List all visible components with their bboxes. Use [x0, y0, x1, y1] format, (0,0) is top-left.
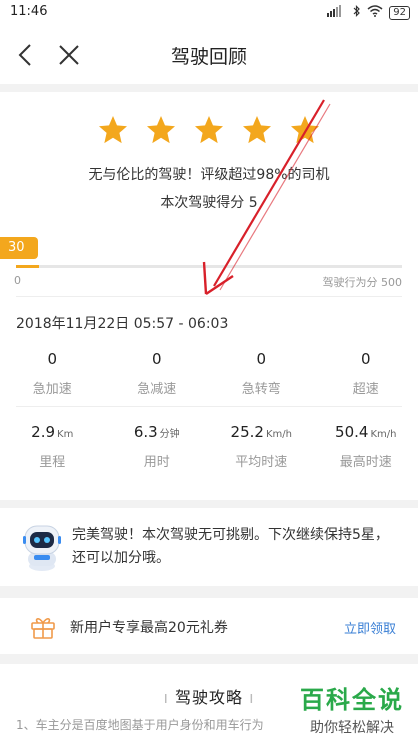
- stat-distance: 2.9 Km 里程: [0, 422, 105, 470]
- trip-stats: 2.9 Km 里程 6.3 分钟 用时 25.2 Km/h 平均时速 50.4 Km/h…: [0, 422, 418, 470]
- event-label: 急加速: [32, 382, 72, 397]
- stat-unit: Km/h: [370, 429, 397, 440]
- wifi-icon: [367, 5, 383, 20]
- watermark-subtitle: 助你轻松解决: [310, 720, 394, 736]
- event-speeding: 0 超速: [314, 350, 418, 397]
- stat-label: 最高时速: [339, 455, 392, 470]
- event-label: 急减速: [137, 382, 177, 397]
- event-label: 超速: [352, 382, 379, 397]
- coupon-text: 新用户专享最高20元礼券: [70, 620, 228, 636]
- star-rating: [0, 114, 418, 146]
- stat-label: 平均时速: [235, 455, 288, 470]
- robot-mascot-icon: [23, 525, 61, 571]
- driving-events: 0 急加速 0 急减速 0 急转弯 0 超速: [0, 350, 418, 397]
- stat-unit: 分钟: [159, 429, 180, 440]
- divider: [16, 406, 402, 407]
- stat-unit: Km: [57, 429, 74, 440]
- guide-text: 1、车主分是百度地图基于用户身份和用车行为: [16, 718, 264, 732]
- status-bar: 11:46 92: [0, 0, 418, 26]
- stat-label: 用时: [143, 455, 170, 470]
- star-icon: [147, 116, 175, 144]
- page-title: 驾驶回顾: [170, 46, 247, 68]
- behavior-score-fill: [16, 265, 40, 268]
- coupon-banner[interactable]: 新用户专享最高20元礼券 立即领取: [0, 598, 418, 654]
- driving-tip-card: 完美驾驶！本次驾驶无可挑剔。下次继续保持5星，还可以加分哦。: [0, 508, 418, 586]
- event-count: 0: [256, 350, 267, 368]
- star-icon: [243, 116, 271, 144]
- guide-title-text: 驾驶攻略: [174, 688, 243, 707]
- stat-average-speed: 25.2 Km/h 平均时速: [209, 422, 314, 470]
- event-label: 急转弯: [241, 382, 281, 397]
- stat-unit: Km/h: [265, 429, 292, 440]
- behavior-score-bar: [16, 265, 402, 268]
- watermark: 百科全说 助你轻松解决: [300, 680, 404, 737]
- status-time: 11:46: [10, 4, 48, 19]
- stat-label: 里程: [39, 455, 66, 470]
- stat-max-speed: 50.4 Km/h 最高时速: [314, 422, 418, 470]
- star-icon: [99, 116, 127, 144]
- praise-text: 无与伦比的驾驶！评级超过98%的司机: [88, 167, 330, 183]
- stat-value: 2.9: [31, 423, 56, 441]
- trip-time-range: 2018年11月22日 05:57 - 06:03: [16, 316, 229, 332]
- nav-bar: 驾驶回顾: [0, 26, 418, 84]
- event-hard-acceleration: 0 急加速: [0, 350, 105, 397]
- behavior-score-min: 0: [14, 274, 21, 287]
- event-count: 0: [151, 350, 162, 368]
- watermark-title: 百科全说: [300, 686, 404, 714]
- event-count: 0: [360, 350, 371, 368]
- trip-summary-card: 无与伦比的驾驶！评级超过98%的司机 本次驾驶得分 5 30 0 驾驶行为分 5…: [0, 92, 418, 500]
- event-count: 0: [47, 350, 58, 368]
- stat-value: 25.2: [230, 423, 264, 441]
- stat-duration: 6.3 分钟 用时: [105, 422, 210, 470]
- stat-value: 6.3: [133, 423, 158, 441]
- score-text: 本次驾驶得分 5: [160, 195, 258, 211]
- star-icon: [195, 116, 223, 144]
- star-icon: [291, 116, 319, 144]
- event-hard-braking: 0 急减速: [105, 350, 210, 397]
- status-icons: 92: [327, 5, 410, 20]
- signal-icon: [327, 5, 347, 20]
- behavior-score-badge: 30: [0, 237, 38, 259]
- battery-icon: 92: [389, 5, 410, 20]
- tip-text: 完美驾驶！本次驾驶无可挑剔。下次继续保持5星，还可以加分哦。: [72, 527, 389, 566]
- event-sharp-turn: 0 急转弯: [209, 350, 314, 397]
- divider: [16, 296, 402, 297]
- claim-coupon-link[interactable]: 立即领取: [344, 618, 396, 637]
- stat-value: 50.4: [335, 423, 369, 441]
- gift-icon: [31, 618, 55, 639]
- bluetooth-icon: [353, 5, 361, 20]
- behavior-score-max: 驾驶行为分 500: [322, 276, 403, 289]
